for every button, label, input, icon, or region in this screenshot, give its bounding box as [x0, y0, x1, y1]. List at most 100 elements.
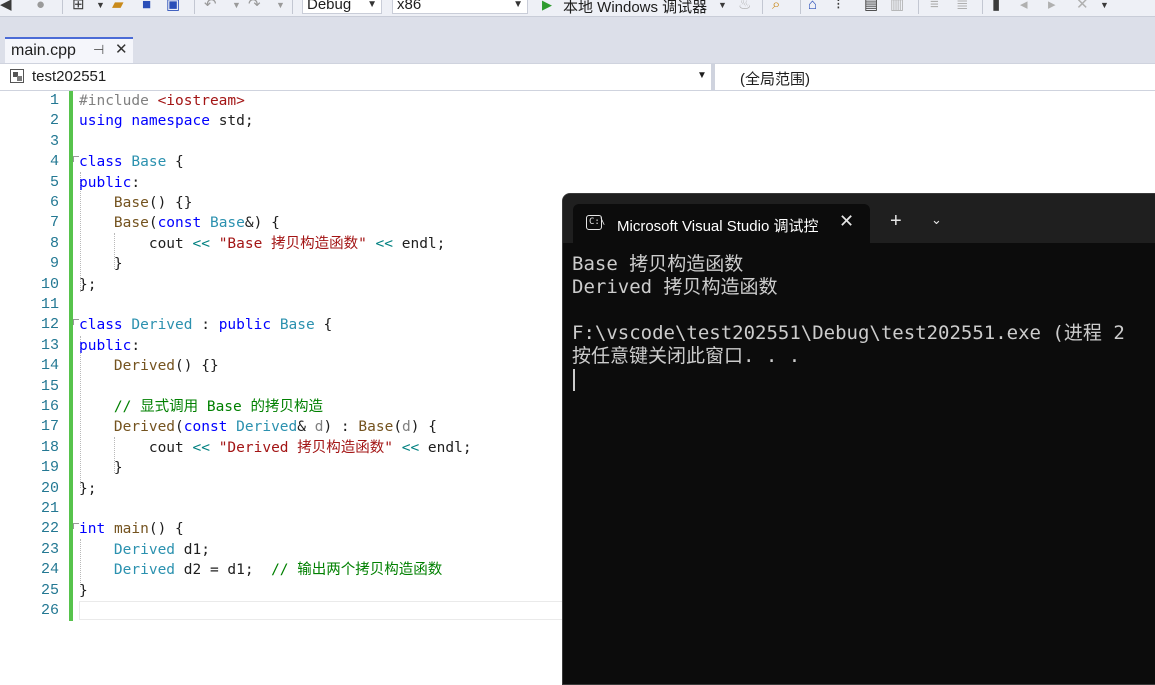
toolbar-separator: [62, 0, 63, 14]
undo-icon[interactable]: ↶: [204, 0, 217, 14]
code-text: }: [79, 581, 88, 601]
line-number: 25: [40, 581, 59, 599]
clear-bookmarks-icon[interactable]: ✕: [1076, 0, 1089, 14]
line-number: 1: [49, 92, 59, 109]
close-icon[interactable]: ✕: [115, 40, 128, 58]
code-text: cout << "Derived 拷贝构造函数" << endl;: [79, 438, 472, 458]
code-token: (: [393, 419, 403, 436]
code-token: "Base 拷贝构造函数": [218, 235, 367, 252]
code-text: cout << "Base 拷贝构造函数" << endl;: [79, 234, 446, 254]
code-line[interactable]: 2 using namespace std;: [0, 111, 1155, 131]
chevron-down-icon[interactable]: ⌄: [931, 212, 942, 228]
save-all-icon[interactable]: ▣: [166, 0, 180, 14]
next-bookmark-icon[interactable]: ▸: [1048, 0, 1056, 14]
chevron-down-icon[interactable]: ▼: [697, 70, 707, 81]
code-token: :: [192, 317, 219, 334]
code-text: int main() {: [79, 519, 184, 539]
code-text: };: [79, 275, 96, 295]
code-text: Base(const Base&) {: [79, 213, 280, 233]
toolbar-options-icon[interactable]: ▼: [1100, 0, 1109, 14]
line-number: 15: [40, 377, 59, 395]
home-icon[interactable]: ⌂: [808, 0, 817, 14]
code-token: :: [131, 337, 141, 354]
code-token: public: [218, 317, 272, 334]
solution-platform-dropdown[interactable]: x86 ▼: [392, 0, 528, 14]
navigate-forward-icon[interactable]: ●: [36, 0, 45, 14]
code-token: const: [157, 215, 202, 232]
comment-out-icon[interactable]: ≡: [930, 0, 939, 14]
line-number: 6: [49, 194, 59, 211]
code-token: cout: [79, 439, 193, 456]
console-output-line: F:\vscode\test202551\Debug\test202551.ex…: [572, 322, 1125, 344]
redo-icon[interactable]: ↷: [248, 0, 261, 14]
code-line[interactable]: 3: [0, 132, 1155, 152]
console-output-line: Base 拷贝构造函数: [572, 253, 744, 275]
line-number: 9: [49, 255, 59, 273]
code-token: &: [297, 419, 315, 436]
scope-dropdown[interactable]: (全局范围): [740, 68, 810, 89]
new-project-icon[interactable]: ⊞: [72, 0, 85, 14]
layout-icon[interactable]: ▤: [864, 0, 878, 14]
new-project-dropdown-icon[interactable]: ▼: [96, 0, 105, 14]
toolbar-separator: [800, 0, 801, 14]
code-token: <<: [375, 235, 394, 252]
pin-icon[interactable]: ⊣: [93, 42, 104, 58]
line-number: 24: [40, 561, 59, 579]
new-tab-icon[interactable]: +: [890, 211, 902, 231]
code-line[interactable]: 4 class Base {: [0, 152, 1155, 172]
terminal-icon-text: C:\: [589, 217, 606, 227]
line-number: 18: [40, 438, 59, 456]
line-number: 8: [49, 234, 59, 252]
code-token: // 显式调用 Base 的拷贝构造: [113, 399, 323, 415]
code-text: Derived d2 = d1; // 输出两个拷贝构造函数: [79, 560, 442, 580]
toolbar-overflow-icon[interactable]: ⁝: [836, 0, 841, 14]
tab-label: main.cpp: [11, 42, 76, 59]
code-token: };: [79, 276, 97, 293]
code-token: () {: [148, 521, 184, 538]
line-number: 5: [49, 173, 59, 191]
tab-main-cpp[interactable]: main.cpp ⊣ ✕: [5, 37, 133, 63]
code-text: // 显式调用 Base 的拷贝构造: [79, 397, 323, 417]
align-icon[interactable]: ▥: [890, 0, 904, 14]
close-icon[interactable]: ✕: [839, 211, 854, 232]
navigate-back-icon[interactable]: ◀: [0, 0, 12, 14]
code-token: // 输出两个拷贝构造函数: [271, 562, 443, 579]
console-tab[interactable]: C:\ Microsoft Visual Studio 调试控 ✕: [573, 204, 870, 243]
code-token: &) {: [244, 215, 280, 232]
code-token: <<: [192, 439, 210, 456]
code-token: :: [131, 174, 141, 191]
undo-dropdown-icon[interactable]: ▼: [232, 0, 241, 14]
code-token: () {}: [148, 195, 193, 211]
find-in-files-icon[interactable]: ⌕: [772, 0, 780, 14]
uncomment-icon[interactable]: ≣: [956, 0, 969, 14]
code-line[interactable]: 1 #include <iostream>: [0, 91, 1155, 111]
prev-bookmark-icon[interactable]: ◂: [1020, 0, 1028, 14]
code-token: {: [166, 154, 184, 171]
debug-console-window[interactable]: C:\ Microsoft Visual Studio 调试控 ✕ + ⌄ Ba…: [562, 193, 1155, 685]
start-debugging-icon[interactable]: ▶: [542, 0, 552, 14]
toolbar-separator: [194, 0, 195, 14]
toolbar-separator: [918, 0, 919, 14]
redo-dropdown-icon[interactable]: ▼: [276, 0, 285, 14]
project-dropdown[interactable]: test202551: [32, 68, 106, 85]
save-icon[interactable]: ■: [142, 0, 151, 14]
code-token: Derived: [113, 562, 176, 579]
console-cursor: [573, 369, 575, 391]
code-token: class: [79, 317, 123, 334]
code-token: Derived: [113, 541, 176, 558]
bookmark-icon[interactable]: ▮: [992, 0, 1000, 14]
start-debugging-button[interactable]: 本地 Windows 调试器: [563, 0, 707, 16]
open-folder-icon[interactable]: ▰: [112, 0, 124, 14]
console-titlebar[interactable]: C:\ Microsoft Visual Studio 调试控 ✕ + ⌄: [563, 194, 1155, 243]
line-number: 7: [49, 214, 59, 232]
solution-configuration-dropdown[interactable]: Debug ▼: [302, 0, 382, 14]
hot-reload-icon[interactable]: ♨: [738, 0, 751, 14]
code-line[interactable]: 5 public:: [0, 173, 1155, 193]
code-token: d2 = d1;: [175, 562, 272, 579]
start-debugging-dropdown-icon[interactable]: ▼: [718, 0, 727, 14]
